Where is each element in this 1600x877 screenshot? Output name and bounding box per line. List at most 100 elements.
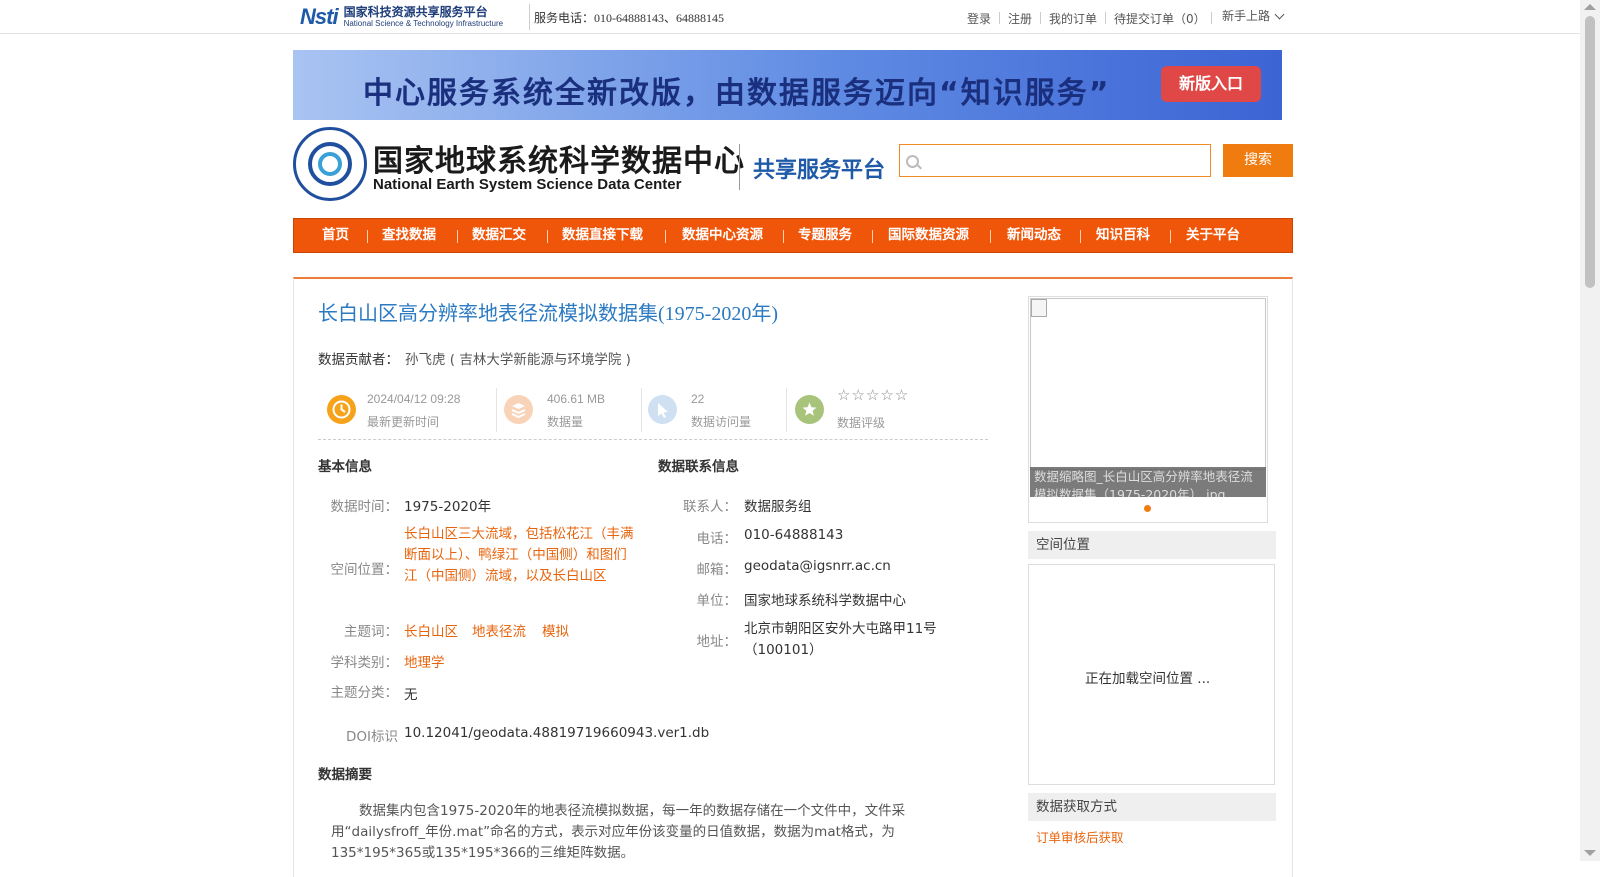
divider [786,388,787,432]
data-time-label: 数据时间： [330,499,399,515]
rating-label: 数据评级 [837,416,886,430]
contributor: 数据贡献者： 孙飞虎 ( 吉林大学新能源与环境学院 ) [318,348,631,368]
login-link[interactable]: 登录 [967,10,991,27]
divider [1170,230,1171,243]
nav-item-news[interactable]: 新闻动态 [1007,219,1061,252]
scroll-up-arrow-icon[interactable] [1584,4,1596,10]
register-link[interactable]: 注册 [1008,10,1032,27]
category-value: 无 [404,687,418,703]
divider [1211,12,1212,24]
contact-unit-value: 国家地球系统科学数据中心 [744,593,906,609]
service-phone: 服务电话：010-64888143、64888145 [534,11,724,25]
divider [641,388,642,432]
promo-banner[interactable]: 中心服务系统全新改版，由数据服务迈向“知识服务” 新版入口 [293,50,1282,120]
visits-value: 22 [691,392,705,406]
layers-icon [504,395,533,424]
divider [367,230,368,243]
search-input[interactable] [924,149,1208,173]
contact-person-value: 数据服务组 [744,499,812,515]
clock-icon [327,395,356,424]
data-time-value: 1975-2020年 [404,499,492,515]
earth-data-center-emblem-icon [293,127,367,201]
map-loading-text: 正在加载空间位置 ... [1085,671,1211,687]
nav-item-about[interactable]: 关于平台 [1186,219,1240,252]
top-bar: Nsti 国家科技资源共享服务平台 National Science & Tec… [0,0,1580,34]
location-value: 长白山区三大流域，包括松花江（丰满断面以上）、鸭绿江（中国侧）和图们江（中国侧）… [404,526,634,584]
nav-item-data-submission[interactable]: 数据汇交 [472,219,526,252]
divider [457,230,458,243]
contact-email-value[interactable]: geodata@igsnrr.ac.cn [744,558,891,574]
doi-label: DOI标识 [345,729,398,745]
divider [318,439,988,440]
nsti-logo[interactable]: Nsti 国家科技资源共享服务平台 National Science & Tec… [300,3,503,31]
nsti-logo-mark: Nsti [300,4,339,29]
platform-name: 共享服务平台 [753,158,886,183]
visits-label: 数据访问量 [691,415,752,429]
contributor-label: 数据贡献者： [318,352,399,368]
nav-item-knowledge[interactable]: 知识百科 [1096,219,1150,252]
rating-stars[interactable]: ☆☆☆☆☆ [837,386,909,404]
contact-email-label: 邮箱： [696,562,738,578]
thumbnail-image[interactable] [1030,298,1266,470]
scroll-down-arrow-icon[interactable] [1584,850,1596,856]
contact-address-value: 北京市朝阳区安外大屯路甲11号（100101） [744,621,937,658]
divider [529,4,530,30]
pending-orders-link[interactable]: 待提交订单（0） [1114,10,1206,27]
main-nav: 首页 查找数据 数据汇交 数据直接下载 数据中心资源 专题服务 国际数据资源 新… [293,218,1293,253]
divider [665,230,666,243]
chevron-down-icon [1274,9,1285,20]
dataset-title: 长白山区高分辨率地表径流模拟数据集(1975-2020年) [318,303,778,325]
nsti-logo-en: National Science & Technology Infrastruc… [343,19,504,28]
new-version-button[interactable]: 新版入口 [1161,66,1261,102]
nav-item-center-resources[interactable]: 数据中心资源 [682,219,763,252]
carousel-dot[interactable] [1144,505,1151,512]
nav-item-direct-download[interactable]: 数据直接下载 [562,219,643,252]
last-update-label: 最新更新时间 [367,415,440,429]
nav-item-home[interactable]: 首页 [322,219,349,252]
divider [1080,230,1081,243]
contact-unit-label: 单位： [696,593,738,609]
divider [547,230,548,243]
keyword-link[interactable]: 地表径流 [472,620,526,640]
my-orders-link[interactable]: 我的订单 [1049,10,1097,27]
access-method-link[interactable]: 订单审核后获取 [1036,827,1124,846]
search-icon [906,155,919,168]
nav-item-special-services[interactable]: 专题服务 [798,219,852,252]
location-label: 空间位置： [330,562,399,578]
org-name-en: National Earth System Science Data Cente… [373,176,682,193]
help-label: 新手上路 [1222,9,1271,23]
divider [496,388,497,432]
keyword-link[interactable]: 长白山区 [404,620,458,640]
discipline-link[interactable]: 地理学 [404,651,445,671]
nav-item-find-data[interactable]: 查找数据 [382,219,436,252]
star-badge-icon [795,395,824,424]
divider [1105,12,1106,24]
nsti-logo-cn: 国家科技资源共享服务平台 [343,5,488,19]
search-box [899,144,1211,177]
scrollbar-thumb[interactable] [1585,16,1595,288]
basic-info-heading: 基本信息 [318,459,372,475]
banner-text: 中心服务系统全新改版，由数据服务迈向“知识服务” [363,76,1111,111]
contact-person-label: 联系人： [683,499,737,515]
contact-address-label: 地址： [696,634,738,650]
keywords-label: 主题词： [344,624,398,640]
contact-heading: 数据联系信息 [658,459,739,475]
abstract-text: 数据集内包含1975-2020年的地表径流模拟数据，每一年的数据存储在一个文件中… [331,803,906,861]
contact-phone-value: 010-64888143 [744,527,844,543]
cursor-icon [648,395,677,424]
thumbnail-caption: 数据缩略图_长白山区高分辨率地表径流模拟数据集（1975-2020年）.jpg [1030,467,1266,497]
spatial-location-heading: 空间位置 [1028,531,1276,559]
data-access-heading: 数据获取方式 [1028,793,1276,821]
divider [872,230,873,243]
site-logo[interactable]: 国家地球系统科学数据中心 National Earth System Scien… [293,126,893,202]
discipline-label: 学科类别： [330,655,399,671]
data-size-value: 406.61 MB [547,392,606,406]
help-dropdown[interactable]: 新手上路 [1222,7,1285,24]
search-button[interactable]: 搜索 [1223,144,1293,177]
keyword-link[interactable]: 模拟 [542,620,569,640]
doi-value[interactable]: 10.12041/geodata.48819719660943.ver1.db [404,725,709,741]
divider [739,144,740,190]
last-update-value: 2024/04/12 09:28 [367,392,461,406]
category-label: 主题分类： [330,685,399,701]
nav-item-international-data[interactable]: 国际数据资源 [888,219,969,252]
